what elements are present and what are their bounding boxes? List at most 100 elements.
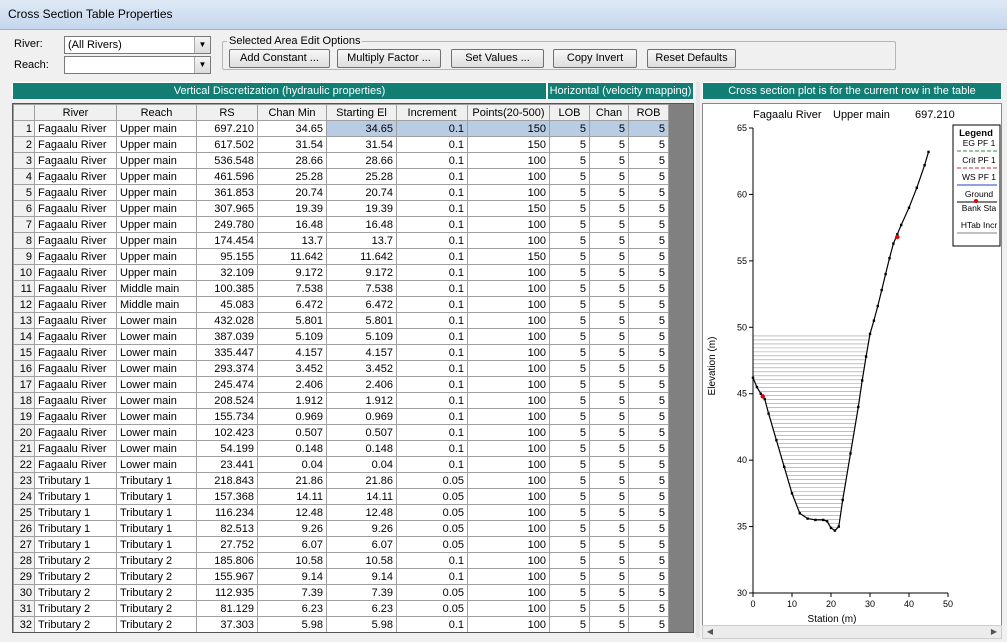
table-cell-number[interactable]: 5	[549, 216, 590, 233]
table-cell-number[interactable]: 5	[628, 344, 669, 361]
table-row[interactable]: 30 Tributary 2 Tributary 2 112.935 7.39 7.39 0…	[13, 584, 669, 601]
table-cell-number[interactable]: 9.14	[326, 568, 397, 585]
table-cell-text[interactable]: Upper main	[116, 136, 197, 153]
table-cell-number[interactable]: 0.04	[257, 456, 327, 473]
table-cell-number[interactable]: 100	[467, 152, 550, 169]
row-number[interactable]: 31	[13, 600, 35, 617]
table-cell-number[interactable]: 5	[589, 184, 629, 201]
table-cell-text[interactable]: Fagaalu River	[34, 424, 117, 441]
column-header-increment[interactable]: Increment	[396, 104, 468, 121]
table-row[interactable]: 17 Fagaalu River Lower main 245.474 2.406 2.4…	[13, 376, 669, 393]
table-cell-number[interactable]: 28.66	[326, 152, 397, 169]
table-cell-number[interactable]: 0.1	[396, 392, 468, 409]
table-cell-number[interactable]: 5	[628, 120, 669, 137]
table-cell-number[interactable]: 5	[589, 232, 629, 249]
table-cell-number[interactable]: 0.1	[396, 552, 468, 569]
table-cell-number[interactable]: 5	[589, 216, 629, 233]
table-cell-number[interactable]: 5	[628, 472, 669, 489]
table-cell-number[interactable]: 5	[549, 280, 590, 297]
table-cell-number[interactable]: 3.452	[326, 360, 397, 377]
table-cell-number[interactable]: 5	[549, 408, 590, 425]
table-row[interactable]: 23 Tributary 1 Tributary 1 218.843 21.86 21.8…	[13, 472, 669, 489]
table-cell-text[interactable]: Fagaalu River	[34, 168, 117, 185]
row-number[interactable]: 24	[13, 488, 35, 505]
table-cell-number[interactable]: 5	[589, 280, 629, 297]
table-cell-number[interactable]: 185.806	[196, 552, 258, 569]
table-cell-number[interactable]: 100	[467, 600, 550, 617]
table-cell-number[interactable]: 5	[549, 600, 590, 617]
table-cell-number[interactable]: 100	[467, 456, 550, 473]
table-cell-number[interactable]: 13.7	[257, 232, 327, 249]
table-cell-text[interactable]: Upper main	[116, 248, 197, 265]
table-row[interactable]: 29 Tributary 2 Tributary 2 155.967 9.14 9.14 0…	[13, 568, 669, 585]
table-cell-number[interactable]: 5	[589, 424, 629, 441]
row-number[interactable]: 30	[13, 584, 35, 601]
table-cell-number[interactable]: 6.472	[257, 296, 327, 313]
table-cell-number[interactable]: 150	[467, 136, 550, 153]
table-cell-number[interactable]: 5	[628, 520, 669, 537]
table-cell-text[interactable]: Fagaalu River	[34, 264, 117, 281]
table-cell-number[interactable]: 5	[628, 264, 669, 281]
table-cell-text[interactable]: Fagaalu River	[34, 136, 117, 153]
table-cell-text[interactable]: Middle main	[116, 296, 197, 313]
row-number[interactable]: 10	[13, 264, 35, 281]
table-row[interactable]: 1 Fagaalu River Upper main 697.210 34.65 34.6…	[13, 120, 669, 137]
table-cell-number[interactable]: 5	[549, 344, 590, 361]
table-cell-number[interactable]: 0.1	[396, 456, 468, 473]
table-cell-text[interactable]: Lower main	[116, 408, 197, 425]
table-cell-number[interactable]: 5	[628, 408, 669, 425]
table-cell-number[interactable]: 5	[628, 184, 669, 201]
table-cell-number[interactable]: 100	[467, 616, 550, 632]
chevron-down-icon[interactable]: ▼	[194, 37, 210, 53]
row-number[interactable]: 23	[13, 472, 35, 489]
table-cell-number[interactable]: 100	[467, 280, 550, 297]
table-cell-number[interactable]: 155.967	[196, 568, 258, 585]
table-cell-number[interactable]: 5	[589, 616, 629, 632]
table-cell-number[interactable]: 5	[628, 424, 669, 441]
table-cell-number[interactable]: 697.210	[196, 120, 258, 137]
table-cell-number[interactable]: 218.843	[196, 472, 258, 489]
table-cell-number[interactable]: 5	[549, 152, 590, 169]
table-cell-number[interactable]: 5	[589, 264, 629, 281]
table-cell-number[interactable]: 100	[467, 536, 550, 553]
panel-splitter[interactable]	[696, 82, 700, 638]
table-cell-number[interactable]: 5	[628, 616, 669, 632]
table-row[interactable]: 8 Fagaalu River Upper main 174.454 13.7 13.7 0…	[13, 232, 669, 249]
table-cell-number[interactable]: 5	[589, 600, 629, 617]
table-cell-number[interactable]: 5	[589, 312, 629, 329]
table-cell-number[interactable]: 5	[589, 168, 629, 185]
table-cell-number[interactable]: 5	[549, 424, 590, 441]
table-cell-number[interactable]: 249.780	[196, 216, 258, 233]
table-cell-number[interactable]: 116.234	[196, 504, 258, 521]
table-cell-number[interactable]: 37.303	[196, 616, 258, 632]
table-cell-number[interactable]: 0.1	[396, 168, 468, 185]
table-row[interactable]: 21 Fagaalu River Lower main 54.199 0.148 0.14…	[13, 440, 669, 457]
table-cell-number[interactable]: 5	[549, 120, 590, 137]
table-cell-number[interactable]: 5	[589, 328, 629, 345]
table-cell-number[interactable]: 5	[589, 136, 629, 153]
table-cell-number[interactable]: 31.54	[326, 136, 397, 153]
table-cell-number[interactable]: 25.28	[326, 168, 397, 185]
table-cell-number[interactable]: 3.452	[257, 360, 327, 377]
table-cell-number[interactable]: 307.965	[196, 200, 258, 217]
table-cell-number[interactable]: 5	[589, 472, 629, 489]
table-cell-text[interactable]: Upper main	[116, 184, 197, 201]
table-row[interactable]: 3 Fagaalu River Upper main 536.548 28.66 28.6…	[13, 152, 669, 169]
table-cell-number[interactable]: 5	[549, 360, 590, 377]
table-cell-number[interactable]: 5	[549, 616, 590, 632]
table-cell-number[interactable]: 27.752	[196, 536, 258, 553]
table-cell-number[interactable]: 0.04	[326, 456, 397, 473]
table-cell-text[interactable]: Lower main	[116, 312, 197, 329]
table-cell-number[interactable]: 32.109	[196, 264, 258, 281]
table-cell-number[interactable]: 0.1	[396, 280, 468, 297]
table-cell-number[interactable]: 5	[549, 504, 590, 521]
table-cell-number[interactable]: 5	[628, 136, 669, 153]
table-cell-text[interactable]: Fagaalu River	[34, 456, 117, 473]
column-header-river[interactable]: River	[34, 104, 117, 121]
table-cell-text[interactable]: Tributary 1	[116, 536, 197, 553]
table-cell-text[interactable]: Fagaalu River	[34, 280, 117, 297]
table-cell-number[interactable]: 5	[549, 328, 590, 345]
table-cell-number[interactable]: 0.05	[396, 472, 468, 489]
table-cell-number[interactable]: 11.642	[326, 248, 397, 265]
table-cell-number[interactable]: 6.472	[326, 296, 397, 313]
